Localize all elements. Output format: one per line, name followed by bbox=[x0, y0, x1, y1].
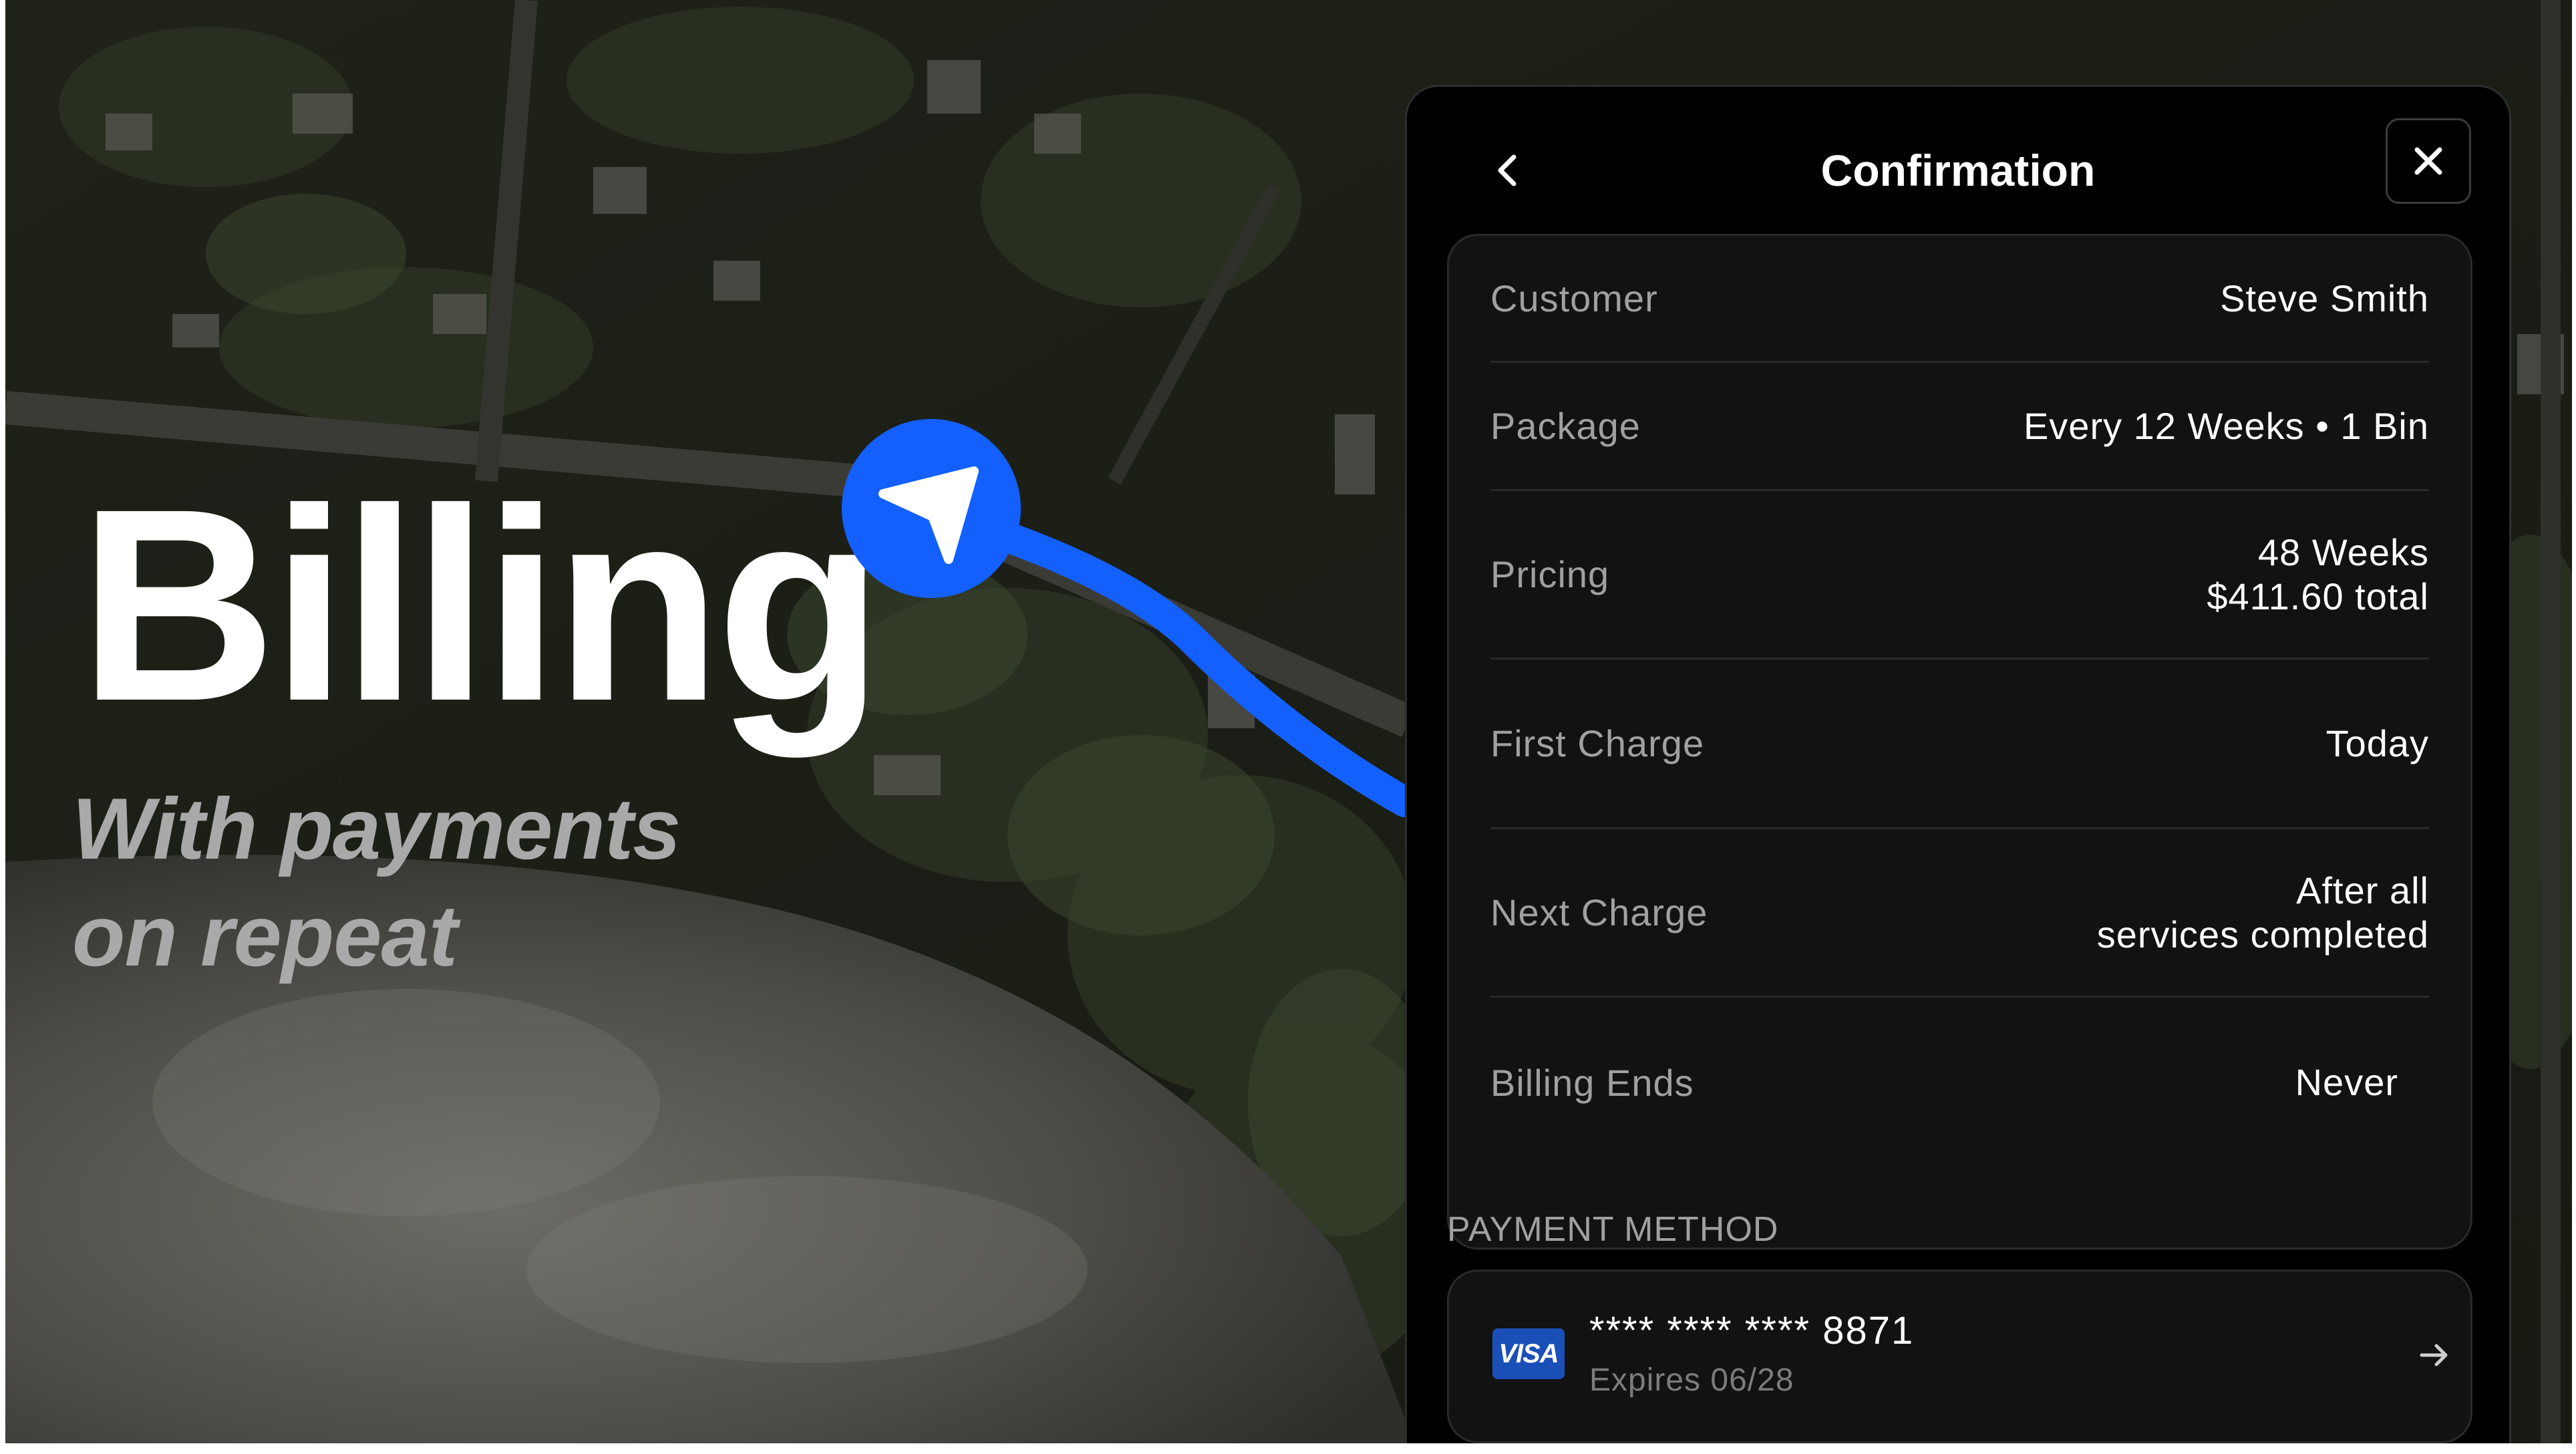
summary-row-pricing: Pricing 48 Weeks $411.60 total bbox=[1490, 491, 2429, 660]
panel-title: Confirmation bbox=[1820, 146, 2096, 195]
summary-row-customer: Customer Steve Smith bbox=[1490, 236, 2429, 363]
chevron-left-icon bbox=[1498, 154, 1516, 186]
first-charge-value: Today bbox=[2325, 722, 2429, 764]
next-charge-value-line-2: services completed bbox=[2096, 913, 2429, 956]
visa-logo: VISA bbox=[1492, 1328, 1565, 1379]
close-icon bbox=[2414, 147, 2442, 175]
navigation-pin bbox=[842, 419, 1021, 598]
card-number: **** **** **** 8871 bbox=[1589, 1309, 1915, 1352]
first-charge-label: First Charge bbox=[1490, 722, 1705, 764]
next-charge-label: Next Charge bbox=[1490, 891, 1708, 933]
hero-subtitle-line-2: on repeat bbox=[72, 887, 458, 984]
hero-subtitle: With payments on repeat bbox=[72, 775, 681, 989]
arrow-right-icon[interactable] bbox=[2418, 1338, 2451, 1372]
billing-ends-value: Never bbox=[2295, 1061, 2398, 1103]
pricing-label: Pricing bbox=[1490, 553, 1610, 595]
payment-method-card[interactable]: VISA **** **** **** 8871 Expires 06/28 bbox=[1447, 1270, 2472, 1443]
package-value: Every 12 Weeks • 1 Bin bbox=[2023, 404, 2429, 447]
background-map-scene: Billing With payments on repeat Confirma… bbox=[5, 0, 2572, 1443]
pricing-value: 48 Weeks $411.60 total bbox=[2207, 531, 2429, 619]
package-label: Package bbox=[1490, 405, 1641, 447]
payment-method-heading: PAYMENT METHOD bbox=[1447, 1210, 1779, 1249]
summary-row-next-charge: Next Charge After all services completed bbox=[1490, 829, 2429, 998]
back-button[interactable] bbox=[1474, 137, 1541, 204]
navigation-arrow-icon bbox=[878, 466, 979, 564]
summary-row-billing-ends: Billing Ends Never bbox=[1490, 998, 2429, 1167]
card-expiry: Expires 06/28 bbox=[1589, 1362, 1794, 1398]
summary-row-first-charge: First Charge Today bbox=[1490, 660, 2429, 829]
summary-row-package: Package Every 12 Weeks • 1 Bin bbox=[1490, 363, 2429, 491]
pricing-value-line-1: 48 Weeks bbox=[2258, 531, 2429, 573]
hero-subtitle-line-1: With payments bbox=[72, 780, 681, 877]
customer-value: Steve Smith bbox=[2220, 277, 2429, 319]
billing-ends-label: Billing Ends bbox=[1490, 1061, 1694, 1104]
pricing-value-line-2: $411.60 total bbox=[2207, 575, 2429, 617]
close-button[interactable] bbox=[2386, 118, 2471, 204]
billing-summary-card: Customer Steve Smith Package Every 12 We… bbox=[1447, 234, 2472, 1250]
next-charge-value: After all services completed bbox=[2097, 869, 2429, 957]
customer-label: Customer bbox=[1490, 277, 1658, 319]
confirmation-panel: Confirmation Customer Steve Smith Packag… bbox=[1405, 85, 2511, 1443]
hero-title: Billing bbox=[79, 452, 884, 758]
next-charge-value-line-1: After all bbox=[2296, 869, 2429, 911]
